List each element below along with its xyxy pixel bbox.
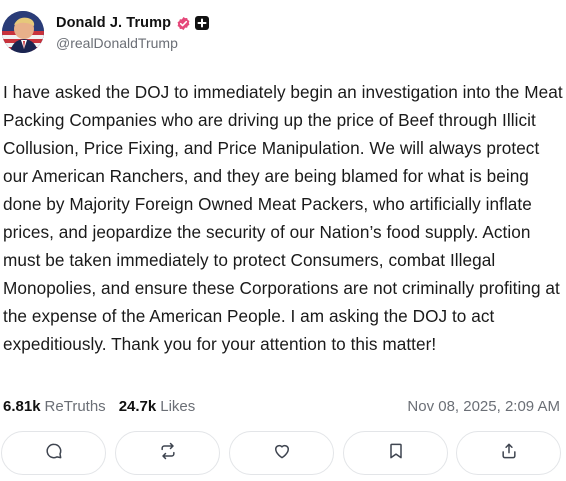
author-handle[interactable]: @realDonaldTrump (56, 35, 209, 51)
author-info: Donald J. Trump @realDonaldTrump (56, 13, 210, 51)
retruths-count[interactable]: 6.81k (3, 398, 41, 415)
post-stats: 6.81k ReTruths 24.7k Likes Nov 08, 2025,… (3, 396, 560, 416)
action-bar (0, 431, 566, 475)
heart-icon (272, 441, 292, 466)
reply-button[interactable] (1, 431, 106, 475)
plus-badge-icon (195, 16, 210, 30)
post-timestamp[interactable]: Nov 08, 2025, 2:09 AM (407, 398, 560, 415)
retruths-label[interactable]: ReTruths (45, 398, 106, 415)
comment-icon (44, 441, 64, 466)
display-name[interactable]: Donald J. Trump (56, 15, 171, 31)
verified-badge-icon (176, 16, 191, 31)
share-icon (499, 441, 519, 466)
retruth-button[interactable] (115, 431, 220, 475)
post-header: Donald J. Trump @realDonaldTrump (2, 9, 210, 55)
post-body: I have asked the DOJ to immediately begi… (3, 82, 563, 354)
likes-count[interactable]: 24.7k (119, 398, 157, 415)
repost-icon (158, 441, 178, 466)
likes-label[interactable]: Likes (160, 398, 195, 415)
bookmark-icon (386, 441, 406, 466)
avatar[interactable] (2, 11, 44, 53)
share-button[interactable] (456, 431, 561, 475)
like-button[interactable] (229, 431, 334, 475)
bookmark-button[interactable] (343, 431, 448, 475)
